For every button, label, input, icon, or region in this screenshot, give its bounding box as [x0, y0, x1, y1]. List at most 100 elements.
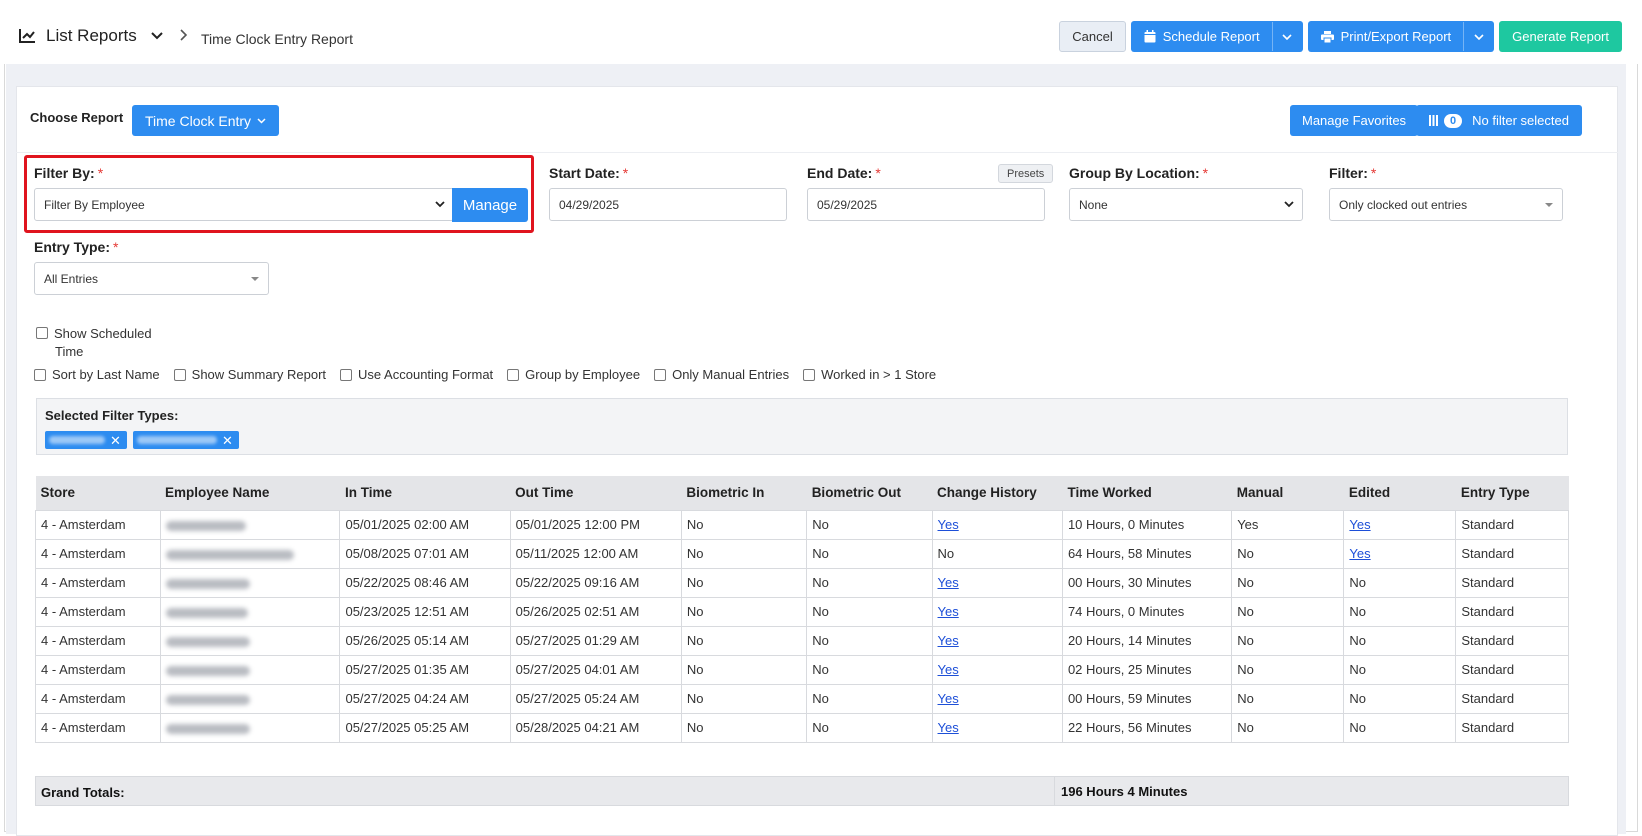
table-cell: 05/27/2025 01:35 AM [339, 654, 511, 685]
column-header[interactable]: Change History [932, 476, 1063, 510]
accounting-format-checkbox[interactable]: Use Accounting Format [340, 367, 493, 382]
show-scheduled-label: Show Scheduled [54, 326, 152, 341]
close-icon[interactable]: ✕ [110, 434, 121, 447]
table-row: 4 - Amsterdam 05/26/2025 05:14 AM 05/27/20… [35, 625, 1569, 656]
report-type-label: Time Clock Entry [145, 112, 252, 129]
filter-list-icon [1429, 115, 1438, 126]
report-type-dropdown[interactable]: Time Clock Entry [132, 105, 280, 136]
table-cell: No [806, 567, 933, 598]
close-icon[interactable]: ✕ [222, 434, 233, 447]
entry-type-select[interactable]: All Entries [34, 262, 269, 295]
chevron-down-icon[interactable] [150, 32, 163, 40]
table-cell: 05/22/2025 09:16 AM [509, 567, 682, 598]
only-manual-checkbox[interactable]: Only Manual Entries [654, 367, 789, 382]
column-header[interactable]: Biometric Out [806, 476, 933, 510]
worked-multiple-stores-checkbox[interactable]: Worked in > 1 Store [803, 367, 936, 382]
table-cell: No [806, 538, 933, 569]
sort-last-name-checkbox[interactable]: Sort by Last Name [34, 367, 160, 382]
table-cell: No [1343, 625, 1457, 656]
table-cell: No [806, 654, 933, 685]
column-header[interactable]: Out Time [510, 476, 682, 510]
change-history-link[interactable]: Yes [938, 517, 959, 532]
breadcrumb[interactable]: Time Clock Entry Report [201, 31, 353, 47]
table-cell: No [806, 712, 933, 743]
change-history-link[interactable]: Yes [938, 662, 959, 677]
presets-button[interactable]: Presets [998, 164, 1054, 183]
show-scheduled-label-2: Time [55, 344, 84, 359]
redacted-employee-name [165, 578, 250, 589]
group-by-location-select[interactable]: None [1069, 188, 1303, 221]
table-cell: Yes [931, 625, 1063, 656]
edited-link[interactable]: Yes [1349, 546, 1370, 561]
brand[interactable]: List Reports [18, 26, 163, 46]
redacted-text [49, 436, 105, 444]
chevron-down-icon[interactable] [1463, 22, 1493, 51]
column-header[interactable]: In Time [339, 476, 511, 510]
chevron-down-icon[interactable] [1271, 22, 1302, 51]
schedule-report-button[interactable]: Schedule Report [1130, 21, 1303, 52]
filter-count-badge: 0 [1444, 113, 1463, 128]
table-cell: 05/28/2025 04:21 AM [509, 712, 682, 743]
generate-report-button[interactable]: Generate Report [1499, 21, 1622, 52]
table-row: 4 - Amsterdam 05/22/2025 08:46 AM 05/22/20… [35, 567, 1569, 598]
column-header[interactable]: Store [35, 476, 161, 510]
column-header[interactable]: Edited [1343, 476, 1456, 510]
change-history-link[interactable]: Yes [938, 575, 959, 590]
page-title: List Reports [46, 26, 137, 45]
filter-by-select[interactable]: Filter By Employee [34, 188, 454, 221]
caret-down-icon [251, 277, 259, 281]
report-table: Store Employee Name In Time Out Time Bio… [35, 476, 1569, 743]
table-cell: No [1343, 712, 1457, 743]
table-cell: No [806, 683, 933, 714]
filter-by-value: Filter By Employee [44, 197, 145, 212]
column-header[interactable]: Employee Name [160, 476, 340, 510]
filter-tag[interactable]: ✕ [45, 431, 127, 449]
printer-icon [1320, 30, 1334, 43]
table-cell: 05/23/2025 12:51 AM [339, 596, 511, 627]
column-header[interactable]: Time Worked [1062, 476, 1232, 510]
table-cell: 20 Hours, 14 Minutes [1061, 625, 1233, 656]
end-date-input[interactable]: 05/29/2025 [807, 188, 1045, 221]
table-cell: 05/27/2025 04:01 AM [509, 654, 682, 685]
entry-type-label: Entry Type: * [34, 239, 119, 255]
table-cell: Yes [1231, 509, 1345, 540]
show-scheduled-time-checkbox[interactable]: Show Scheduled Time [36, 325, 152, 361]
table-cell [159, 712, 341, 743]
manage-favorites-button[interactable]: Manage Favorites [1290, 105, 1419, 136]
filter-tag[interactable]: ✕ [133, 431, 239, 449]
column-header[interactable]: Biometric In [681, 476, 807, 510]
checkbox-box[interactable] [36, 327, 48, 339]
table-cell: No [1343, 567, 1457, 598]
table-cell [159, 538, 341, 569]
end-date-label: End Date: * [807, 165, 881, 181]
start-date-value: 04/29/2025 [559, 197, 620, 212]
change-history-link[interactable]: Yes [938, 720, 959, 735]
group-employee-checkbox[interactable]: Group by Employee [507, 367, 640, 382]
show-summary-checkbox[interactable]: Show Summary Report [173, 367, 326, 382]
edited-link[interactable]: Yes [1349, 517, 1370, 532]
change-history-link[interactable]: Yes [938, 633, 959, 648]
table-cell: No [680, 567, 808, 598]
report-options: Sort by Last Name Show Summary Report Us… [34, 367, 936, 382]
change-history-link[interactable]: Yes [938, 691, 959, 706]
filter-select[interactable]: Only clocked out entries [1329, 188, 1563, 221]
print-export-button[interactable]: Print/Export Report [1307, 21, 1495, 52]
table-cell: No [1343, 654, 1457, 685]
table-cell [159, 654, 341, 685]
table-cell: No [680, 683, 808, 714]
table-cell: No [806, 509, 933, 540]
start-date-input[interactable]: 04/29/2025 [549, 188, 787, 221]
table-cell: No [806, 625, 933, 656]
cancel-button[interactable]: Cancel [1059, 21, 1126, 52]
change-history-link[interactable]: Yes [938, 604, 959, 619]
column-header[interactable]: Manual [1231, 476, 1344, 510]
table-cell: 05/11/2025 12:00 AM [509, 538, 682, 569]
filter-selection-button[interactable]: 0 No filter selected [1416, 105, 1582, 136]
table-cell: No [680, 596, 808, 627]
selected-filter-types-label: Selected Filter Types: [45, 408, 179, 423]
manage-filter-button[interactable]: Manage [452, 188, 528, 222]
table-cell: 4 - Amsterdam [35, 683, 161, 714]
column-header[interactable]: Entry Type [1455, 476, 1569, 510]
table-cell: 22 Hours, 56 Minutes [1061, 712, 1233, 743]
table-cell: No [680, 654, 808, 685]
